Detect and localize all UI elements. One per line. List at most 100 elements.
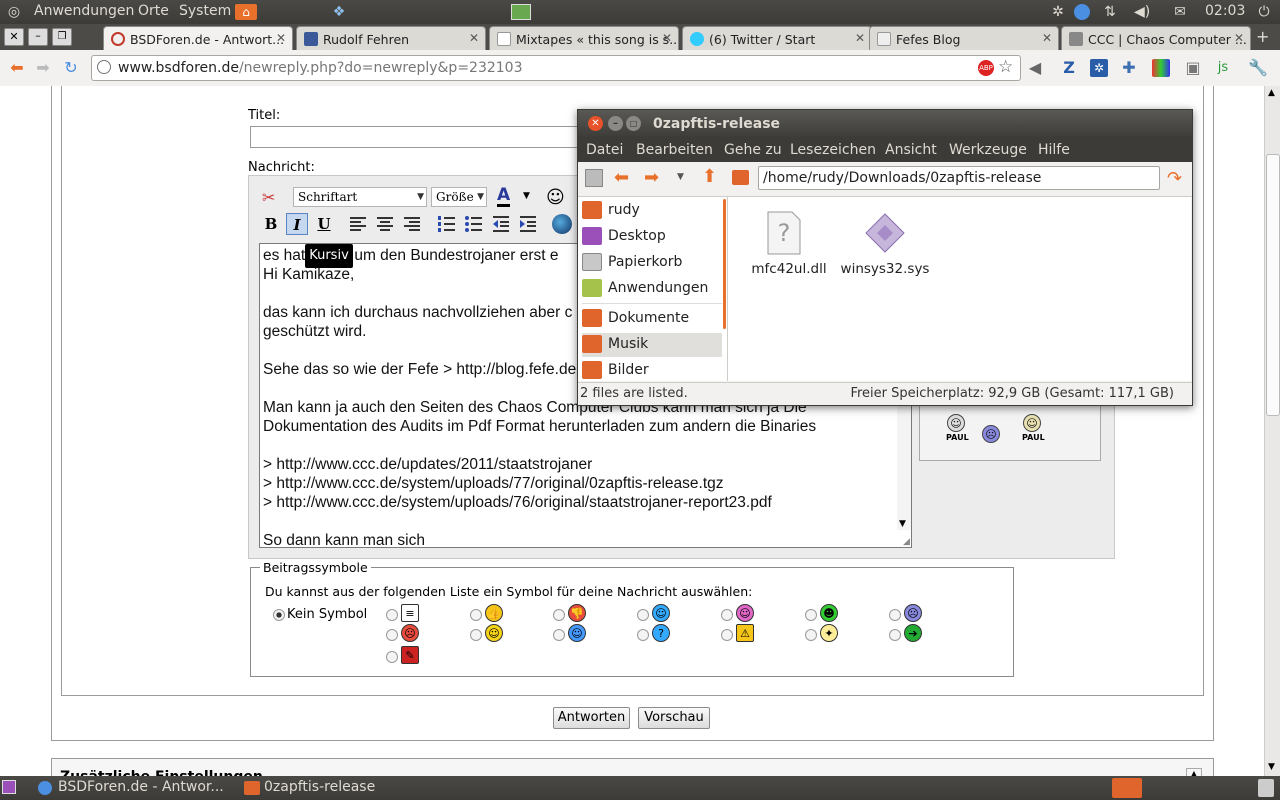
radio-symbol[interactable] [637, 629, 649, 641]
angry-face-icon[interactable]: ☹ [401, 624, 419, 642]
radio-symbol[interactable] [470, 629, 482, 641]
italic-button[interactable]: I [286, 213, 308, 235]
thumbs-down-icon[interactable]: 👎 [568, 604, 586, 622]
address-bar[interactable]: www.bsdforen.de/newreply.php?do=newreply… [91, 55, 1021, 81]
text-color-icon[interactable]: A [497, 186, 511, 207]
close-tab-icon[interactable]: ✕ [855, 31, 865, 45]
close-tab-icon[interactable]: ✕ [276, 31, 286, 45]
js-extension-icon[interactable]: js [1214, 59, 1232, 77]
home-folder-icon[interactable] [732, 170, 749, 185]
radio-symbol[interactable] [553, 629, 565, 641]
forward-icon[interactable]: ➡ [34, 59, 52, 77]
question-icon[interactable]: ? [652, 624, 670, 642]
close-tab-icon[interactable]: ✕ [1042, 31, 1052, 45]
python-icon[interactable]: ✚ [1120, 59, 1138, 77]
tab-bsdforen[interactable]: BSDForen.de - Antwort... ✕ [103, 26, 293, 50]
scroll-down-icon[interactable]: ▼ [899, 519, 906, 529]
settings-icon[interactable]: ✲ [1050, 4, 1066, 20]
speaker-extension-icon[interactable]: ◀ [1026, 59, 1044, 77]
minimize-icon[interactable]: – [28, 28, 48, 46]
smile-pink-icon[interactable]: ☺ [736, 604, 754, 622]
menu-applications[interactable]: Anwendungen [34, 3, 134, 19]
menu-bearbeiten[interactable]: Bearbeiten [636, 142, 713, 158]
file-item-mfc42ul[interactable]: ? mfc42ul.dll [750, 203, 827, 283]
sidebar-item-trash[interactable]: Papierkorb [582, 251, 722, 275]
align-right-icon[interactable] [402, 214, 422, 234]
restore-icon[interactable]: ❐ [52, 28, 72, 46]
sidebar-item-pictures[interactable]: Bilder [582, 359, 722, 383]
minimize-icon[interactable]: – [608, 116, 623, 131]
sidebar-item-applications[interactable]: Anwendungen [582, 277, 722, 301]
maximize-icon[interactable]: □ [626, 116, 641, 131]
menu-hilfe[interactable]: Hilfe [1038, 142, 1070, 158]
chevron-down-icon[interactable]: ▼ [523, 191, 530, 201]
sidebar-scrollbar[interactable] [723, 199, 726, 329]
close-tab-icon[interactable]: ✕ [469, 31, 479, 45]
size-select[interactable]: Größe ▼ [431, 187, 487, 207]
tab-mixtapes[interactable]: Mixtapes « this song is s... ✕ [489, 26, 679, 50]
workspace-switcher[interactable] [1112, 778, 1142, 798]
radio-symbol[interactable] [553, 609, 565, 621]
go-icon[interactable]: ↷ [1167, 168, 1182, 189]
indent-icon[interactable] [518, 214, 538, 234]
font-select[interactable]: Schriftart ▼ [293, 187, 427, 207]
taskbar-item-filemanager[interactable]: 0zapftis-release [240, 776, 440, 800]
gear-extension-icon[interactable]: ✲ [1090, 59, 1108, 77]
home-folder-icon[interactable]: ⌂ [235, 4, 257, 20]
title-input[interactable] [250, 126, 590, 148]
sidebar-item-documents[interactable]: Dokumente [582, 307, 722, 331]
battery-icon[interactable] [511, 4, 531, 20]
document-icon[interactable]: ≡ [401, 604, 419, 622]
up-icon[interactable]: ⬆ [702, 166, 717, 187]
new-tab-icon[interactable]: + [1256, 27, 1269, 46]
sidebar-item-music[interactable]: Musik [582, 333, 722, 357]
bullet-list-icon[interactable] [464, 214, 484, 234]
radio-symbol[interactable] [386, 629, 398, 641]
file-item-winsys32[interactable]: winsys32.sys [840, 203, 930, 283]
tab-facebook[interactable]: Rudolf Fehren ✕ [296, 26, 486, 50]
bold-button[interactable]: B [260, 213, 282, 235]
sad-purple-icon[interactable]: ☹ [904, 604, 922, 622]
paul-face-icon[interactable]: ☺ [947, 414, 965, 432]
back-icon[interactable]: ⬅ [8, 59, 26, 77]
outdent-icon[interactable] [491, 214, 511, 234]
underline-button[interactable]: U [313, 213, 335, 235]
menu-ansicht[interactable]: Ansicht [885, 142, 937, 158]
fm-titlebar[interactable]: ✕ – □ 0zapftis-release [578, 110, 1192, 138]
reply-button[interactable]: Antworten [553, 707, 630, 729]
wrench-icon[interactable]: 🔧 [1248, 59, 1268, 77]
thumbs-up-icon[interactable]: 👍 [485, 604, 503, 622]
sad-face-icon[interactable]: ☹ [982, 425, 1000, 443]
zotero-icon[interactable]: Z [1060, 59, 1078, 77]
lightbulb-icon[interactable]: ✦ [820, 624, 838, 642]
arrow-right-icon[interactable]: ➔ [904, 624, 922, 642]
align-left-icon[interactable] [348, 214, 368, 234]
menu-system[interactable]: System [179, 3, 231, 19]
menu-places[interactable]: Orte [138, 3, 169, 19]
back-icon[interactable]: ⬅ [614, 167, 629, 188]
radio-symbol[interactable] [470, 609, 482, 621]
radio-symbol[interactable] [805, 609, 817, 621]
radio-symbol[interactable] [889, 629, 901, 641]
numbered-list-icon[interactable] [437, 214, 457, 234]
ubuntu-logo-icon[interactable]: ◎ [6, 4, 22, 20]
volume-icon[interactable]: ◀) [1134, 4, 1150, 20]
trash-icon[interactable] [1258, 779, 1274, 797]
show-desktop-icon[interactable] [2, 780, 16, 794]
adblock-icon[interactable]: ABP [978, 60, 994, 76]
smiley-insert-icon[interactable]: ☺ [546, 187, 565, 208]
scroll-down-icon[interactable]: ▼ [1268, 762, 1275, 772]
pencil-icon[interactable]: ✎ [401, 646, 419, 664]
preview-button[interactable]: Vorschau [638, 707, 710, 729]
radio-symbol[interactable] [386, 651, 398, 663]
page-scrollbar[interactable]: ▲ ▼ [1264, 86, 1280, 776]
sidebar-item-rudy[interactable]: rudy [582, 199, 722, 223]
align-center-icon[interactable] [375, 214, 395, 234]
grin-icon[interactable]: ☻ [820, 604, 838, 622]
tab-ccc[interactable]: CCC | Chaos Computer ... ✕ [1061, 26, 1251, 50]
scroll-thumb[interactable] [1266, 154, 1280, 416]
menu-werkzeuge[interactable]: Werkzeuge [949, 142, 1027, 158]
scroll-up-icon[interactable]: ▲ [1268, 88, 1275, 98]
network-icon[interactable]: ⇅ [1102, 4, 1118, 20]
forward-icon[interactable]: ➡ [644, 167, 659, 188]
